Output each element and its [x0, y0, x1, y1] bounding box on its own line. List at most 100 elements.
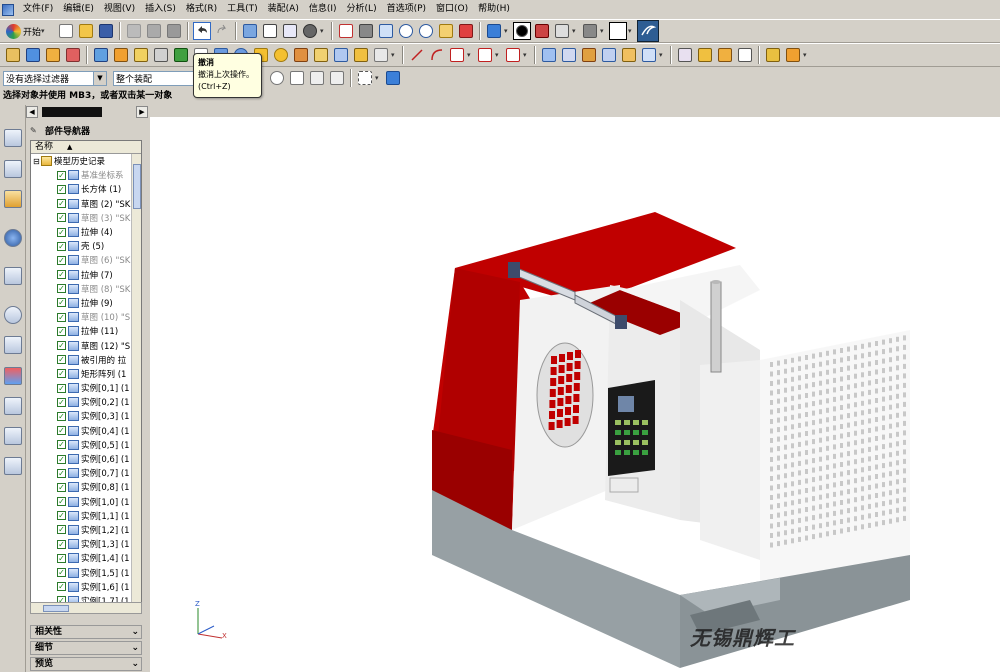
menu-tools[interactable]: 工具(T)	[222, 1, 263, 18]
pin-icon[interactable]: ✎	[30, 126, 39, 135]
extrude-icon[interactable]	[112, 46, 130, 64]
fit-icon[interactable]	[337, 22, 355, 40]
tree-feature-row[interactable]: ✓ 实例[0,6] (1	[31, 452, 141, 466]
checkbox-icon[interactable]: ✓	[57, 497, 66, 507]
blend-icon[interactable]	[676, 46, 694, 64]
checkbox-icon[interactable]: ✓	[57, 440, 66, 450]
roles-tab-icon[interactable]	[4, 427, 22, 445]
checkbox-icon[interactable]: ✓	[57, 397, 66, 407]
tree-feature-row[interactable]: ✓ 被引用的 拉	[31, 353, 141, 367]
line-icon[interactable]	[408, 46, 426, 64]
tree-feature-row[interactable]: ✓ 拉伸 (11)	[31, 324, 141, 338]
checkbox-icon[interactable]: ✓	[57, 199, 66, 209]
move-object-icon[interactable]	[281, 22, 299, 40]
tree-feature-row[interactable]: ✓ 草图 (12) "S	[31, 338, 141, 352]
tree-feature-row[interactable]: ✓ 实例[1,2] (1	[31, 523, 141, 537]
rectangle-select-icon[interactable]	[356, 69, 374, 87]
revolve-icon[interactable]	[132, 46, 150, 64]
magnify-icon[interactable]	[397, 22, 415, 40]
section-dependencies[interactable]: 相关性 ⌄	[30, 625, 142, 639]
part-icon[interactable]	[24, 46, 42, 64]
component-icon[interactable]	[44, 46, 62, 64]
sew-icon[interactable]	[620, 46, 638, 64]
select-curve-icon[interactable]	[308, 69, 326, 87]
tree-feature-row[interactable]: ✓ 实例[0,5] (1	[31, 438, 141, 452]
system-scene-tab-icon[interactable]	[4, 457, 22, 475]
select-face-icon[interactable]	[328, 69, 346, 87]
tree-feature-row[interactable]: ✓ 拉伸 (9)	[31, 296, 141, 310]
palette-tab-icon[interactable]	[4, 267, 22, 285]
boss-icon[interactable]	[292, 46, 310, 64]
thicken-icon[interactable]	[640, 46, 658, 64]
tree-feature-row[interactable]: ✓ 拉伸 (4)	[31, 225, 141, 239]
tree-feature-row[interactable]: ✓ 实例[0,8] (1	[31, 480, 141, 494]
menu-info[interactable]: 信息(I)	[304, 1, 342, 18]
zoom-icon[interactable]	[377, 22, 395, 40]
assembly-scope-dropdown[interactable]: 整个装配	[113, 70, 197, 86]
scrollbar-thumb[interactable]	[133, 164, 141, 209]
shaded-icon[interactable]	[513, 22, 532, 40]
checkbox-icon[interactable]: ✓	[57, 184, 66, 194]
curve-icon[interactable]	[448, 46, 466, 64]
draft-icon[interactable]	[764, 46, 782, 64]
checkbox-icon[interactable]: ✓	[57, 411, 66, 421]
chevron-left-icon[interactable]: ◀	[26, 106, 38, 118]
start-button[interactable]: 开始 ▾	[3, 21, 52, 41]
undo-icon[interactable]	[193, 22, 212, 40]
tree-root-node[interactable]: ⊟ 模型历史记录	[31, 154, 141, 168]
navigator-tab-strip[interactable]	[42, 107, 102, 117]
menu-file[interactable]: 文件(F)	[18, 1, 58, 18]
tree-feature-row[interactable]: ✓ 草图 (2) "SK	[31, 197, 141, 211]
tree-vertical-scrollbar[interactable]	[131, 154, 141, 609]
sphere-icon[interactable]	[272, 46, 290, 64]
assembly-navigator-icon[interactable]	[4, 46, 22, 64]
save-icon[interactable]	[97, 22, 115, 40]
pad-icon[interactable]	[332, 46, 350, 64]
menu-format[interactable]: 格式(R)	[181, 1, 222, 18]
cut-icon[interactable]	[125, 22, 143, 40]
sketch-icon[interactable]	[92, 46, 110, 64]
select-box-icon[interactable]	[288, 69, 306, 87]
orient-view-icon[interactable]	[553, 22, 571, 40]
menu-edit[interactable]: 编辑(E)	[58, 1, 99, 18]
checkbox-icon[interactable]: ✓	[57, 553, 66, 563]
checkbox-icon[interactable]: ✓	[57, 298, 66, 308]
checkbox-icon[interactable]: ✓	[57, 170, 66, 180]
checkbox-icon[interactable]: ✓	[57, 482, 66, 492]
system-materials-tab-icon[interactable]	[4, 367, 22, 385]
checkbox-icon[interactable]: ✓	[57, 426, 66, 436]
checkbox-icon[interactable]: ✓	[57, 468, 66, 478]
menu-analysis[interactable]: 分析(L)	[342, 1, 382, 18]
checkbox-icon[interactable]: ✓	[57, 213, 66, 223]
pan-icon[interactable]	[437, 22, 455, 40]
checkbox-icon[interactable]: ✓	[57, 525, 66, 535]
process-studio-tab-icon[interactable]	[4, 397, 22, 415]
offset-curve-icon[interactable]	[504, 46, 522, 64]
checkbox-icon[interactable]: ✓	[57, 270, 66, 280]
tree-feature-row[interactable]: ✓ 矩形阵列 (1	[31, 367, 141, 381]
collapse-icon[interactable]: ⊟	[33, 157, 41, 166]
arc-icon[interactable]	[428, 46, 446, 64]
checkbox-icon[interactable]: ✓	[57, 326, 66, 336]
section-details[interactable]: 细节 ⌄	[30, 641, 142, 655]
tree-feature-row[interactable]: ✓ 草图 (6) "SK	[31, 253, 141, 267]
tree-feature-row[interactable]: ✓ 实例[0,7] (1	[31, 466, 141, 480]
tree-feature-row[interactable]: ✓ 草图 (8) "SK	[31, 282, 141, 296]
menu-help[interactable]: 帮助(H)	[473, 1, 515, 18]
pocket-icon[interactable]	[312, 46, 330, 64]
constraint-navigator-tab-icon[interactable]	[4, 160, 22, 178]
menu-insert[interactable]: 插入(S)	[140, 1, 181, 18]
pattern-icon[interactable]	[736, 46, 754, 64]
layer-icon[interactable]	[581, 22, 599, 40]
chevron-right-icon[interactable]: ▶	[136, 106, 148, 118]
tree-horizontal-scrollbar[interactable]	[30, 602, 142, 614]
part-navigator-tab-icon[interactable]	[4, 190, 22, 208]
internet-explorer-tab-icon[interactable]	[4, 229, 22, 247]
checkbox-icon[interactable]: ✓	[57, 312, 66, 322]
redo-icon[interactable]	[213, 22, 231, 40]
tree-feature-row[interactable]: ✓ 草图 (3) "SK	[31, 211, 141, 225]
checkbox-icon[interactable]: ✓	[57, 355, 66, 365]
select-all-icon[interactable]	[384, 69, 402, 87]
menu-window[interactable]: 窗口(O)	[431, 1, 473, 18]
render-style-icon[interactable]	[485, 22, 503, 40]
